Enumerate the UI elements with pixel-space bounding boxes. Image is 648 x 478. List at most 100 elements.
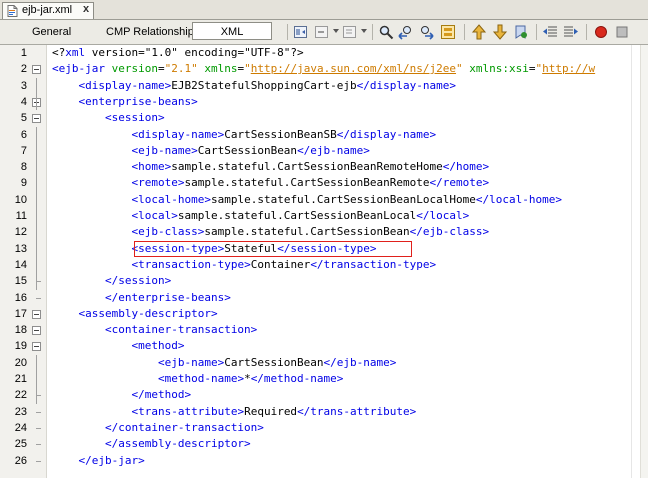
close-icon[interactable]: x — [83, 3, 89, 15]
code-token-tag: <local-home> — [131, 192, 211, 206]
line-number: 10 — [14, 193, 27, 206]
code-token-txt: = — [157, 62, 165, 76]
code-token-txt: = — [528, 62, 536, 76]
start-macro-icon[interactable] — [593, 24, 609, 40]
find-previous-icon[interactable] — [398, 24, 414, 40]
file-tab-label: ejb-jar.xml — [22, 4, 73, 16]
next-bookmark-icon[interactable] — [492, 24, 508, 40]
code-line[interactable]: <assembly-descriptor> — [52, 306, 218, 322]
code-line[interactable]: <display-name>CartSessionBeanSB</display… — [52, 127, 436, 143]
fold-end-marker — [36, 427, 41, 429]
code-line[interactable]: <local>sample.stateful.CartSessionBeanLo… — [52, 208, 469, 224]
code-line[interactable]: <ejb-name>CartSessionBean</ejb-name> — [52, 143, 369, 159]
code-token-tag: <enterprise-beans> — [78, 94, 198, 108]
code-line[interactable]: <ejb-name>CartSessionBean</ejb-name> — [52, 355, 396, 371]
code-token-tag: <display-name> — [131, 127, 225, 141]
code-line[interactable]: <transaction-type>Container</transaction… — [52, 257, 436, 273]
code-line[interactable]: </enterprise-beans> — [52, 290, 231, 306]
shift-left-icon[interactable] — [542, 24, 558, 40]
code-line[interactable]: <remote>sample.stateful.CartSessionBeanR… — [52, 175, 489, 191]
code-token-tag: </assembly-descriptor> — [104, 437, 251, 451]
code-token-attr: xmlns:xsi — [469, 62, 529, 76]
fold-end-marker — [36, 444, 41, 446]
code-line[interactable]: <local-home>sample.stateful.CartSessionB… — [52, 192, 561, 208]
code-line[interactable]: <method-name>*</method-name> — [52, 371, 343, 387]
fold-toggle-icon[interactable] — [32, 309, 41, 319]
code-line[interactable]: <?xml version="1.0" encoding="UTF-8"?> — [52, 45, 304, 61]
code-line[interactable]: <home>sample.stateful.CartSessionBeanRem… — [52, 159, 489, 175]
code-token-tag: </ejb-name> — [323, 355, 397, 369]
code-token-tag: </ejb-jar> — [78, 453, 145, 467]
line-number: 13 — [14, 242, 27, 255]
code-token-val: " — [456, 62, 463, 76]
code-line[interactable]: <container-transaction> — [52, 322, 257, 338]
code-token-tag: </transaction-type> — [310, 257, 437, 271]
fold-toggle-icon[interactable] — [32, 326, 41, 336]
code-line[interactable]: </session> — [52, 273, 171, 289]
fold-end-marker — [36, 411, 41, 413]
code-line[interactable]: </method> — [52, 387, 191, 403]
code-token-val: " — [244, 62, 251, 76]
back-icon[interactable] — [293, 24, 309, 40]
code-token-tag: </enterprise-beans> — [104, 290, 231, 304]
toolbar-separator — [536, 24, 537, 40]
code-line[interactable]: <ejb-jar version="2.1" xmlns="http://jav… — [52, 61, 595, 77]
code-line[interactable]: <session> — [52, 110, 165, 126]
code-line[interactable]: <ejb-class>sample.stateful.CartSessionBe… — [52, 224, 489, 240]
tab-xml[interactable]: XML — [192, 22, 272, 40]
code-token-tag: xml — [65, 46, 86, 59]
toggle-highlight-icon[interactable] — [440, 24, 456, 40]
chevron-down-icon[interactable] — [333, 29, 339, 33]
code-token-txt: sample.stateful.CartSessionBeanRemoteHom… — [171, 160, 443, 174]
history-icon[interactable] — [342, 24, 358, 40]
toolbar-separator — [372, 24, 373, 40]
code-token-tag: <transaction-type> — [131, 257, 251, 271]
toggle-bookmark-icon[interactable] — [513, 24, 529, 40]
line-number: 3 — [20, 79, 27, 92]
code-line[interactable]: <enterprise-beans> — [52, 94, 198, 110]
chevron-down-icon[interactable] — [361, 29, 367, 33]
code-token-pi: <? — [52, 46, 66, 59]
previous-bookmark-icon[interactable] — [471, 24, 487, 40]
stop-macro-icon[interactable] — [614, 24, 630, 40]
tab-general[interactable]: General — [32, 24, 71, 40]
code-token-tag: </session> — [104, 274, 172, 288]
forward-icon[interactable] — [314, 24, 330, 40]
code-token-tag: <ejb-jar — [52, 62, 105, 76]
code-line[interactable]: <display-name>EJB2StatefulShoppingCart-e… — [52, 78, 457, 94]
line-number: 21 — [14, 373, 27, 385]
line-number: 19 — [14, 340, 27, 353]
shift-right-icon[interactable] — [563, 24, 579, 40]
code-token-txt: CartSessionBean — [224, 355, 324, 369]
code-line[interactable]: </assembly-descriptor> — [52, 436, 251, 452]
code-token-tag: <method> — [131, 339, 185, 353]
code-line[interactable]: </container-transaction> — [52, 420, 264, 436]
fold-toggle-icon[interactable] — [32, 342, 41, 352]
line-number: 26 — [14, 454, 27, 467]
line-number: 4 — [20, 95, 27, 108]
code-token-tag: </display-name> — [356, 78, 456, 92]
file-tab-ejb-jar[interactable]: ejb-jar.xml x — [2, 2, 94, 19]
code-line[interactable]: <trans-attribute>Required</trans-attribu… — [52, 404, 416, 420]
code-token-tag: <ejb-name> — [131, 143, 198, 157]
find-icon[interactable] — [378, 24, 394, 40]
fold-toggle-icon[interactable] — [32, 114, 41, 124]
line-number: 6 — [20, 128, 27, 141]
code-token-tag: <home> — [131, 160, 172, 174]
toolbar-separator — [586, 24, 587, 40]
code-line[interactable]: <method> — [52, 338, 184, 354]
tab-cmp-relationships[interactable]: CMP Relationships — [106, 24, 199, 40]
find-next-icon[interactable] — [418, 24, 434, 40]
code-token-tag: </method> — [131, 388, 192, 402]
code-line[interactable]: </ejb-jar> — [52, 453, 145, 469]
fold-toggle-icon[interactable] — [32, 65, 41, 75]
